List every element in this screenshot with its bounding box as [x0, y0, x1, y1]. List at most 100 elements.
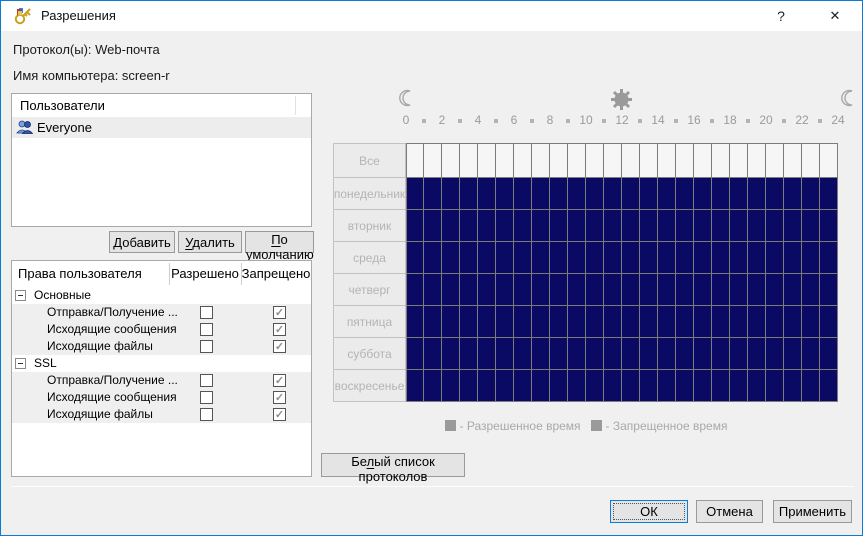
schedule-day-label[interactable]: понедельник — [333, 177, 406, 210]
schedule-cell[interactable] — [658, 143, 676, 178]
schedule-cell[interactable] — [766, 370, 784, 402]
schedule-cell[interactable] — [676, 210, 694, 242]
schedule-cell[interactable] — [442, 306, 460, 338]
schedule-cell[interactable] — [460, 306, 478, 338]
schedule-cell[interactable] — [676, 338, 694, 370]
close-button[interactable]: ✕ — [816, 1, 854, 31]
schedule-cell[interactable] — [658, 274, 676, 306]
schedule-cell[interactable] — [730, 274, 748, 306]
schedule-cell[interactable] — [496, 178, 514, 210]
schedule-cell[interactable] — [550, 210, 568, 242]
schedule-cell[interactable] — [820, 143, 838, 178]
schedule-cell[interactable] — [748, 306, 766, 338]
schedule-cell[interactable] — [694, 242, 712, 274]
schedule-cell[interactable] — [460, 370, 478, 402]
schedule-cell[interactable] — [478, 210, 496, 242]
schedule-cell[interactable] — [568, 143, 586, 178]
schedule-cell[interactable] — [730, 306, 748, 338]
forbidden-checkbox[interactable]: ✓ — [273, 323, 286, 336]
schedule-cell[interactable] — [568, 338, 586, 370]
schedule-cell[interactable] — [676, 306, 694, 338]
schedule-cell[interactable] — [424, 178, 442, 210]
schedule-cell[interactable] — [460, 143, 478, 178]
schedule-cell[interactable] — [496, 274, 514, 306]
schedule-cell[interactable] — [622, 143, 640, 178]
schedule-cell[interactable] — [802, 370, 820, 402]
schedule-cell[interactable] — [532, 306, 550, 338]
schedule-cell[interactable] — [442, 143, 460, 178]
schedule-cell[interactable] — [748, 338, 766, 370]
schedule-cell[interactable] — [802, 274, 820, 306]
schedule-cell[interactable] — [712, 143, 730, 178]
schedule-cell[interactable] — [496, 306, 514, 338]
schedule-cell[interactable] — [748, 143, 766, 178]
schedule-cell[interactable] — [640, 242, 658, 274]
schedule-cell[interactable] — [730, 143, 748, 178]
schedule-cell[interactable] — [712, 242, 730, 274]
schedule-cell[interactable] — [532, 338, 550, 370]
schedule-cell[interactable] — [514, 178, 532, 210]
cancel-button[interactable]: Отмена — [696, 500, 763, 523]
schedule-cell[interactable] — [496, 143, 514, 178]
schedule-cell[interactable] — [496, 338, 514, 370]
schedule-cell[interactable] — [550, 338, 568, 370]
add-user-button[interactable]: Добавить — [109, 231, 175, 253]
schedule-cell[interactable] — [442, 210, 460, 242]
schedule-cell[interactable] — [424, 274, 442, 306]
schedule-cell[interactable] — [532, 274, 550, 306]
schedule-cell[interactable] — [694, 274, 712, 306]
allowed-checkbox[interactable] — [200, 323, 213, 336]
schedule-cell[interactable] — [784, 178, 802, 210]
schedule-cell[interactable] — [676, 143, 694, 178]
schedule-cell[interactable] — [640, 178, 658, 210]
apply-button[interactable]: Применить — [773, 500, 852, 523]
schedule-cell[interactable] — [622, 370, 640, 402]
schedule-cell[interactable] — [694, 306, 712, 338]
schedule-cell[interactable] — [586, 210, 604, 242]
schedule-cell[interactable] — [784, 370, 802, 402]
schedule-cell[interactable] — [604, 306, 622, 338]
schedule-cell[interactable] — [712, 306, 730, 338]
schedule-cell[interactable] — [424, 306, 442, 338]
schedule-cell[interactable] — [424, 210, 442, 242]
schedule-cell[interactable] — [658, 178, 676, 210]
help-button[interactable]: ? — [762, 1, 800, 31]
schedule-cell[interactable] — [766, 178, 784, 210]
schedule-cell[interactable] — [532, 242, 550, 274]
schedule-cell[interactable] — [568, 178, 586, 210]
schedule-cell[interactable] — [604, 178, 622, 210]
schedule-day-label[interactable]: Все — [333, 143, 406, 178]
default-button[interactable]: По умолчанию — [245, 231, 314, 253]
schedule-cell[interactable] — [442, 178, 460, 210]
schedule-cell[interactable] — [640, 338, 658, 370]
forbidden-checkbox[interactable]: ✓ — [273, 340, 286, 353]
schedule-cell[interactable] — [658, 370, 676, 402]
schedule-cell[interactable] — [478, 242, 496, 274]
schedule-cell[interactable] — [406, 338, 424, 370]
schedule-cell[interactable] — [712, 370, 730, 402]
schedule-cell[interactable] — [442, 338, 460, 370]
schedule-cell[interactable] — [532, 178, 550, 210]
schedule-cell[interactable] — [622, 338, 640, 370]
schedule-cell[interactable] — [568, 210, 586, 242]
schedule-cell[interactable] — [676, 274, 694, 306]
schedule-cell[interactable] — [658, 338, 676, 370]
schedule-cell[interactable] — [406, 143, 424, 178]
schedule-cell[interactable] — [802, 178, 820, 210]
schedule-cell[interactable] — [460, 274, 478, 306]
schedule-cell[interactable] — [676, 178, 694, 210]
schedule-cell[interactable] — [406, 178, 424, 210]
schedule-cell[interactable] — [586, 143, 604, 178]
schedule-cell[interactable] — [550, 143, 568, 178]
allowed-checkbox[interactable] — [200, 408, 213, 421]
schedule-cell[interactable] — [694, 210, 712, 242]
schedule-cell[interactable] — [784, 306, 802, 338]
schedule-cell[interactable] — [766, 143, 784, 178]
schedule-cell[interactable] — [586, 338, 604, 370]
schedule-cell[interactable] — [424, 242, 442, 274]
schedule-cell[interactable] — [586, 178, 604, 210]
schedule-cell[interactable] — [640, 274, 658, 306]
allowed-checkbox[interactable] — [200, 340, 213, 353]
schedule-cell[interactable] — [730, 178, 748, 210]
schedule-day-label[interactable]: четверг — [333, 273, 406, 306]
